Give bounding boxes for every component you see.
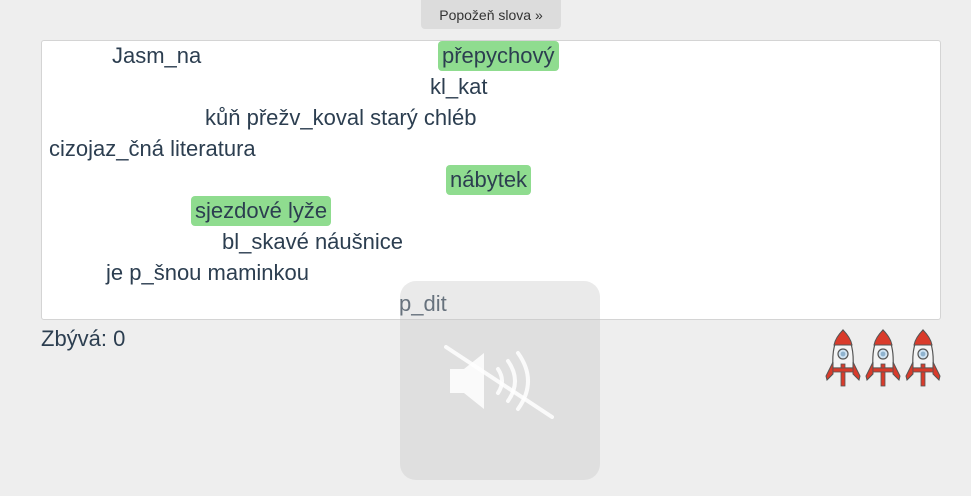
hint-button[interactable]: Popožeň slova » — [421, 0, 561, 29]
word-item[interactable]: přepychový — [438, 41, 559, 71]
word-item[interactable]: kl_kat — [426, 72, 491, 102]
word-item[interactable]: Jasm_na — [108, 41, 205, 71]
lives-indicator — [824, 328, 944, 390]
word-item[interactable]: sjezdové lyže — [191, 196, 332, 226]
word-item[interactable]: bl_skavé náušnice — [218, 227, 407, 257]
remaining-counter: Zbývá: 0 — [41, 326, 126, 351]
sound-toggle-button[interactable] — [400, 281, 600, 480]
rocket-icon — [905, 329, 941, 387]
word-item[interactable]: cizojaz_čná literatura — [45, 134, 260, 164]
rocket-icon — [825, 329, 861, 387]
rocket-icon — [865, 329, 901, 387]
word-item[interactable]: je p_šnou maminkou — [102, 258, 313, 288]
word-area: Jasm_na přepychový kl_kat kůň přežv_kova… — [41, 40, 941, 320]
speaker-muted-icon — [444, 344, 554, 419]
word-item[interactable]: nábytek — [446, 165, 532, 195]
word-item[interactable]: kůň přežv_koval starý chléb — [201, 103, 480, 133]
